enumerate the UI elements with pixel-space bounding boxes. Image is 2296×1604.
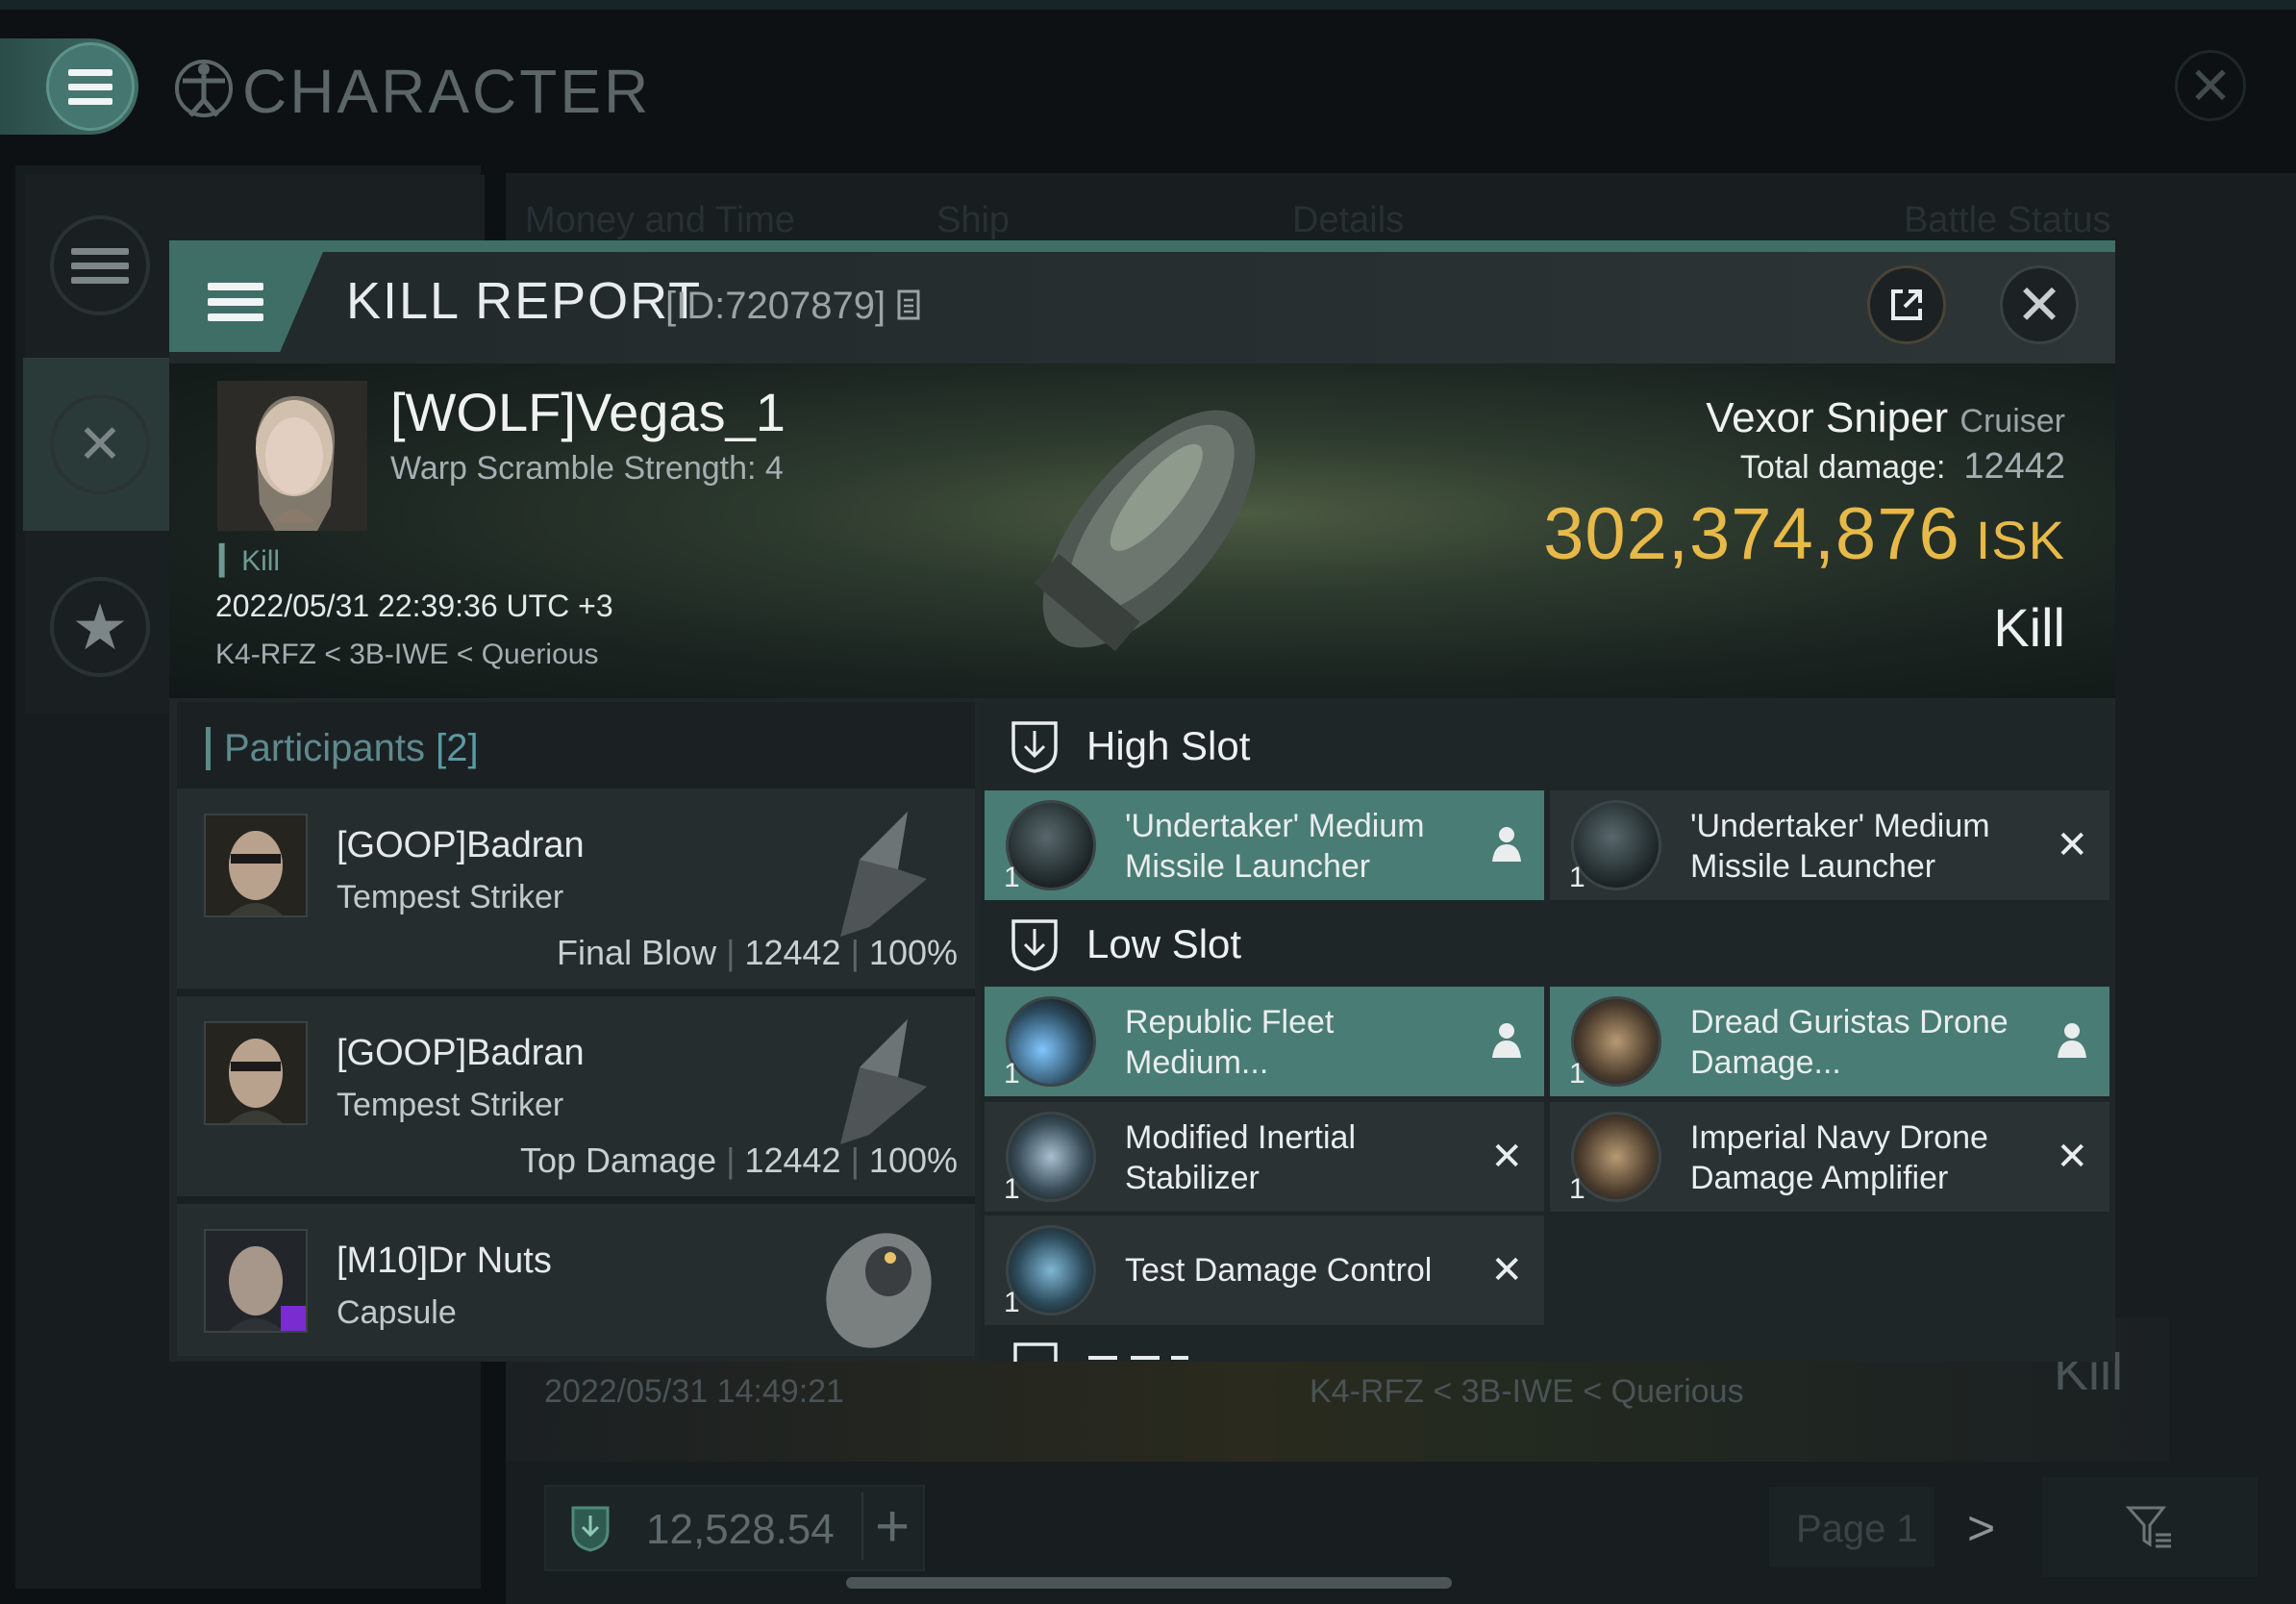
modal-title: KILL REPORT bbox=[346, 272, 703, 330]
total-damage: Total damage: 12442 bbox=[1739, 446, 2065, 487]
participant-portrait bbox=[204, 1021, 308, 1125]
slot-shield-icon bbox=[1011, 721, 1058, 773]
victim-subtitle: Warp Scramble Strength: 4 bbox=[390, 450, 784, 487]
page-title: CHARACTER bbox=[242, 57, 652, 126]
top-bar bbox=[0, 0, 2296, 10]
add-funds-button[interactable]: + bbox=[861, 1492, 933, 1560]
star-icon: ★ bbox=[50, 577, 150, 677]
column-header-details[interactable]: Details bbox=[1292, 200, 1404, 241]
main-menu-button[interactable] bbox=[0, 38, 138, 135]
item-name: Test Damage Control bbox=[1125, 1252, 1433, 1289]
low-slot-header: Low Slot bbox=[1010, 917, 1241, 971]
nav-tab-list[interactable] bbox=[23, 179, 177, 352]
horizontal-scrollbar[interactable] bbox=[846, 1577, 1452, 1589]
destroyed-icon: ✕ bbox=[2056, 1136, 2088, 1178]
kill-id: [ID:7207879] bbox=[665, 285, 886, 327]
window-close-button[interactable]: ✕ bbox=[2175, 50, 2246, 121]
fitting-item-dropped[interactable]: 1 Dread Guristas Drone Damage... bbox=[1550, 987, 2109, 1096]
row-date: 2022/05/31 14:49:21 bbox=[544, 1373, 844, 1410]
participant-name: [GOOP]Badran bbox=[337, 1033, 585, 1073]
participant-portrait bbox=[204, 1229, 308, 1333]
item-quantity: 1 bbox=[1569, 862, 1585, 893]
capsule-image bbox=[826, 1233, 932, 1348]
kill-tag: ▎Kill bbox=[219, 545, 281, 577]
participant-row[interactable]: [GOOP]Badran Tempest Striker Top Damage |… bbox=[177, 996, 975, 1196]
nav-tab-favorites[interactable]: ★ bbox=[23, 540, 177, 714]
export-icon bbox=[1891, 289, 1922, 320]
person-icon bbox=[1492, 827, 1521, 862]
participant-ship: Tempest Striker bbox=[337, 1087, 564, 1123]
participant-ship: Capsule bbox=[337, 1294, 457, 1331]
participant-name: [GOOP]Badran bbox=[337, 825, 585, 865]
fitting-item-dropped[interactable]: 1 Republic Fleet Medium... bbox=[985, 987, 1544, 1096]
victim-ship-image[interactable] bbox=[990, 375, 1308, 683]
participant-stats: Final Blow | 12442 | 100% bbox=[557, 933, 958, 972]
item-name: 'Undertaker' Medium Missile Launcher bbox=[1690, 808, 1990, 885]
fitting-item-destroyed[interactable]: 1 'Undertaker' Medium Missile Launcher ✕ bbox=[1550, 790, 2109, 900]
page-label: Page 1 bbox=[1796, 1508, 1918, 1550]
participant-row[interactable]: [GOOP]Badran Tempest Striker Final Blow |… bbox=[177, 789, 975, 989]
item-name: Dread Guristas Drone Damage... bbox=[1690, 1004, 2009, 1081]
nav-tab-killmails[interactable]: ✕ bbox=[23, 358, 177, 531]
item-name: 'Undertaker' Medium Missile Launcher bbox=[1125, 808, 1425, 885]
isk-value: 302,374,876 ISK bbox=[1543, 493, 2065, 575]
kill-result: Kill bbox=[1993, 597, 2065, 658]
participant-ship-image bbox=[840, 1019, 927, 1144]
crossed-swords-icon: ✕ bbox=[50, 394, 150, 494]
item-quantity: 1 bbox=[1004, 1287, 1020, 1318]
column-header-money[interactable]: Money and Time bbox=[525, 200, 795, 241]
menu-icon bbox=[208, 283, 263, 321]
destroyed-icon: ✕ bbox=[2056, 824, 2088, 866]
item-quantity: 1 bbox=[1569, 1058, 1585, 1090]
fitting-item-destroyed[interactable]: 1 Test Damage Control ✕ bbox=[985, 1216, 1544, 1325]
participant-ship-image bbox=[840, 812, 927, 937]
destroyed-icon: ✕ bbox=[1490, 1249, 1523, 1291]
participants-header[interactable]: Participants [2] bbox=[206, 727, 479, 770]
victim-name[interactable]: [WOLF]Vegas_1 bbox=[390, 381, 786, 443]
ship-name[interactable]: Vexor Sniper Cruiser bbox=[1538, 394, 2065, 442]
person-icon bbox=[1492, 1023, 1521, 1058]
item-quantity: 1 bbox=[1004, 862, 1020, 893]
person-icon bbox=[2058, 1023, 2086, 1058]
fitting-item-destroyed[interactable]: 1 Modified Inertial Stabilizer ✕ bbox=[985, 1102, 1544, 1212]
export-button[interactable] bbox=[1867, 265, 1946, 344]
kill-location[interactable]: K4-RFZ < 3B-IWE < Querious bbox=[215, 639, 598, 671]
wallet-icon bbox=[571, 1506, 610, 1552]
item-quantity: 1 bbox=[1004, 1058, 1020, 1090]
participant-stats: Top Damage | 12442 | 100% bbox=[519, 1140, 958, 1180]
filter-icon bbox=[2125, 1506, 2171, 1548]
wallet-balance: 12,528.54 bbox=[646, 1506, 835, 1553]
kill-datetime: 2022/05/31 22:39:36 UTC +3 bbox=[215, 589, 613, 623]
victim-portrait[interactable] bbox=[217, 381, 367, 531]
fitting-item-dropped[interactable]: 1 'Undertaker' Medium Missile Launcher bbox=[985, 790, 1544, 900]
participant-name: [M10]Dr Nuts bbox=[337, 1241, 552, 1281]
column-header-ship[interactable]: Ship bbox=[936, 200, 1010, 241]
item-name: Republic Fleet Medium... bbox=[1125, 1004, 1335, 1081]
item-name: Imperial Navy Drone Damage Amplifier bbox=[1690, 1119, 1988, 1196]
list-icon bbox=[50, 215, 150, 315]
high-slot-header: High Slot bbox=[1010, 719, 1250, 773]
destroyed-icon: ✕ bbox=[1490, 1136, 1523, 1178]
participant-ship: Tempest Striker bbox=[337, 879, 564, 915]
column-header-battle-status[interactable]: Battle Status bbox=[1904, 200, 2110, 241]
close-icon[interactable]: ✕ bbox=[2000, 265, 2079, 344]
slot-shield-icon bbox=[1011, 919, 1058, 971]
participant-portrait bbox=[204, 814, 308, 917]
fitting-item-destroyed[interactable]: 1 Imperial Navy Drone Damage Amplifier ✕ bbox=[1550, 1102, 2109, 1212]
item-quantity: 1 bbox=[1569, 1173, 1585, 1205]
mid-slot-header-partial bbox=[1013, 1342, 1188, 1362]
next-page-button[interactable]: > bbox=[1967, 1500, 1995, 1556]
menu-icon bbox=[46, 42, 135, 131]
participant-row[interactable]: [M10]Dr Nuts Capsule bbox=[177, 1204, 975, 1356]
item-name: Modified Inertial Stabilizer bbox=[1125, 1119, 1357, 1196]
item-quantity: 1 bbox=[1004, 1173, 1020, 1205]
copy-icon[interactable] bbox=[896, 288, 923, 321]
vitruvian-icon bbox=[175, 60, 233, 117]
row-location: K4-RFZ < 3B-IWE < Querious bbox=[1310, 1373, 1744, 1410]
